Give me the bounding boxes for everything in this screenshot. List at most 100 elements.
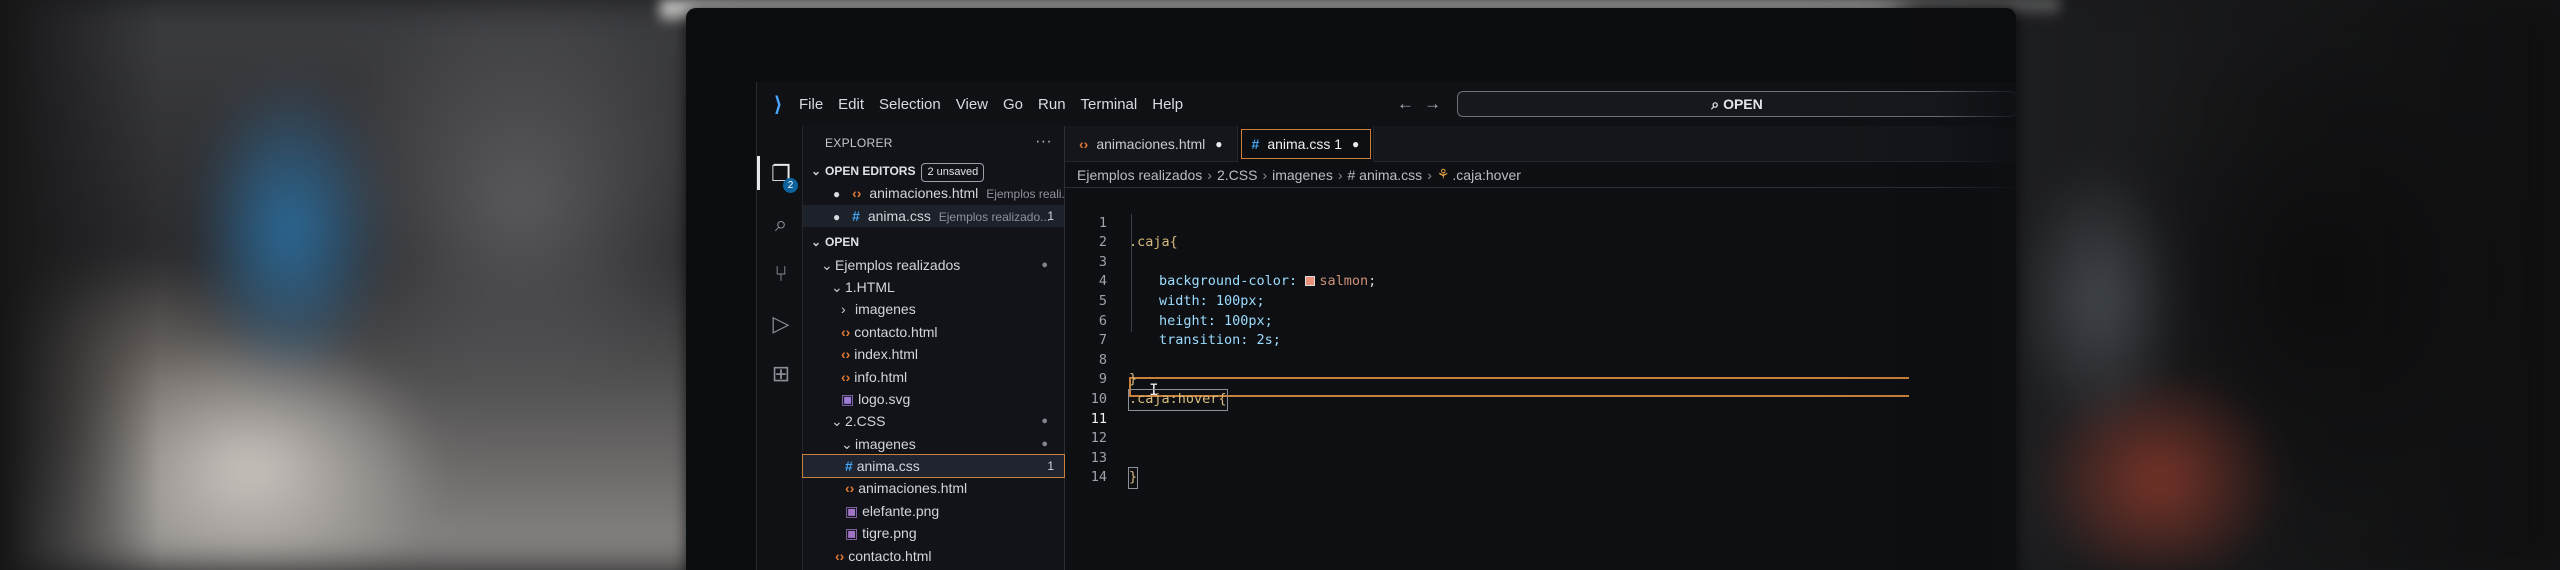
search-icon[interactable]: ⌕ [769,212,793,236]
chevron-down-icon: ⌄ [811,235,822,250]
code-line: 5 height: 100px; [1065,272,2016,329]
folder-imagenes[interactable]: › imagenes [803,298,1064,320]
unsaved-badge: 2 unsaved [921,163,985,182]
menu-go[interactable]: Go [1003,96,1023,113]
file-tigre-png[interactable]: ▣ tigre.png [803,522,1064,544]
breadcrumb-item[interactable]: .caja:hover [1452,167,1520,183]
css-file-icon: # [852,207,860,224]
html-file-icon: ‹› [841,346,851,363]
editor-tabs: ‹› animaciones.html ● # anima.css 1 ● [1065,126,2016,162]
workspace-section[interactable]: ⌄ OPEN [803,231,1064,253]
chevron-right-icon: › [1427,166,1432,183]
vscode-window: ⟩ File Edit Selection View Go Run Termin… [756,82,2016,570]
tab-animaciones-html[interactable]: ‹› animaciones.html ● [1065,126,1238,162]
menu-file[interactable]: File [799,96,823,113]
menu-help[interactable]: Help [1152,96,1183,113]
code-line: 11 [1065,390,2016,427]
source-control-icon[interactable]: ⑂ [769,262,793,286]
menu-selection[interactable]: Selection [879,96,941,113]
breadcrumb-item[interactable]: 2.CSS [1217,167,1257,183]
menu-edit[interactable]: Edit [838,96,864,113]
problem-count: 1 [1047,208,1054,223]
file-animaciones-html[interactable]: ‹› animaciones.html [803,477,1064,499]
breadcrumb-item[interactable]: Ejemplos realizados [1077,167,1202,183]
file-logo-svg[interactable]: ▣ logo.svg [803,388,1064,410]
file-anima-css[interactable]: # anima.css 1 [802,454,1065,479]
svg-file-icon: ▣ [841,390,855,407]
folder-1-html[interactable]: ⌄ 1.HTML [803,276,1064,298]
code-editor[interactable]: I 1 .caja{ 2 3 background-color: salmon;… [1065,194,2016,489]
code-line: 4 width: 100px; [1065,253,2016,309]
activity-bar: ❐ 2 ⌕ ⑂ ▷ ⊞ [757,126,803,570]
chevron-right-icon: › [1262,166,1268,183]
file-elefante-png[interactable]: ▣ elefante.png [803,500,1064,522]
code-line: 6 transition: 2s; [1065,292,2016,349]
file-contacto-html[interactable]: ‹› contacto.html [803,545,1064,567]
command-center-text: OPEN [1723,96,1763,112]
breadcrumb-item[interactable]: # anima.css [1347,167,1422,183]
ellipsis-icon[interactable]: ··· [1035,133,1052,151]
unsaved-dot-icon[interactable]: ● [1215,137,1222,151]
chevron-right-icon: › [1337,166,1343,183]
css-file-icon: # [1251,136,1260,152]
code-line: 10 [1065,370,2016,407]
run-debug-icon[interactable]: ▷ [769,312,793,336]
menu-terminal[interactable]: Terminal [1081,96,1138,113]
menu-bar: ⟩ File Edit Selection View Go Run Termin… [757,82,2016,126]
chevron-down-icon: ⌄ [821,256,833,273]
html-file-icon: ‹› [841,368,851,385]
menu-run[interactable]: Run [1038,96,1066,113]
unsaved-dot-icon: ● [833,187,841,202]
folder-imagenes[interactable]: ⌄ imagenes ● [803,433,1064,455]
image-file-icon: ▣ [845,502,859,519]
breadcrumb-item[interactable]: imagenes [1272,167,1333,183]
explorer-header: EXPLORER ··· [803,126,1064,160]
line-number: 14 [1090,469,1107,486]
chevron-right-icon: › [841,301,846,318]
extensions-icon[interactable]: ⊞ [769,362,793,386]
html-file-icon: ‹› [852,185,862,202]
explorer-title: EXPLORER [825,136,893,150]
code-line: 3 background-color: salmon; [1065,233,2016,290]
file-contacto-html[interactable]: ‹› contacto.html [803,321,1064,343]
css-file-icon: # [845,458,853,475]
unsaved-dot-icon[interactable]: ● [1352,137,1359,151]
chevron-down-icon: ⌄ [831,413,843,430]
html-file-icon: ‹› [845,480,855,497]
html-file-icon: ‹› [835,547,845,564]
code-line: 2 [1065,214,2016,250]
image-file-icon: ▣ [845,525,859,542]
problem-count: 1 [1047,459,1054,474]
file-index-html[interactable]: ‹› index.html [803,343,1064,365]
tab-anima-css[interactable]: # anima.css 1 ● [1237,126,1375,162]
arrow-left-icon[interactable]: ← [1397,94,1424,113]
arrow-right-icon[interactable]: → [1424,94,1451,113]
open-editor-item[interactable]: ● # anima.css Ejemplos realizado... 1 [803,204,1064,228]
code-line: 9 .caja:hover{ [1065,351,2016,411]
chevron-right-icon: › [1207,166,1212,183]
folder-ejemplos[interactable]: ⌄ Ejemplos realizados ● [803,254,1064,276]
code-line: 7 [1065,312,2016,348]
explorer-badge: 2 [783,178,798,193]
open-editors-section[interactable]: ⌄ OPEN EDITORS 2 unsaved [803,160,1064,182]
modified-dot-icon: ● [1041,258,1048,271]
editor-area: ‹› animaciones.html ● # anima.css 1 ● Ej… [1065,126,2016,570]
command-center-search[interactable]: ⌕ OPEN [1457,91,2016,117]
html-file-icon: ‹› [1079,136,1089,152]
open-editor-item[interactable]: ● ‹› animaciones.html Ejemplos reali... [803,182,1072,204]
code-line: 8 } [1065,331,2016,388]
explorer-sidebar: EXPLORER ··· ⌄ OPEN EDITORS 2 unsaved ● ‹›… [802,126,1072,570]
vscode-logo-icon: ⟩ [774,93,782,116]
menu-view[interactable]: View [956,96,988,113]
unsaved-dot-icon: ● [833,209,841,224]
code-line: 1 .caja{ [1065,194,2016,251]
search-icon: ⌕ [1711,95,1720,112]
dark-edge-left [0,0,160,570]
file-info-html[interactable]: ‹› info.html [803,366,1064,388]
modified-dot-icon: ● [1041,415,1048,428]
code-line: 13 } [1065,429,2016,489]
folder-2-css[interactable]: ⌄ 2.CSS ● [803,410,1064,432]
active-view-indicator [757,156,760,190]
breadcrumb: Ejemplos realizados › 2.CSS › imagenes › # … [1065,162,2016,188]
chevron-down-icon: ⌄ [841,435,853,452]
